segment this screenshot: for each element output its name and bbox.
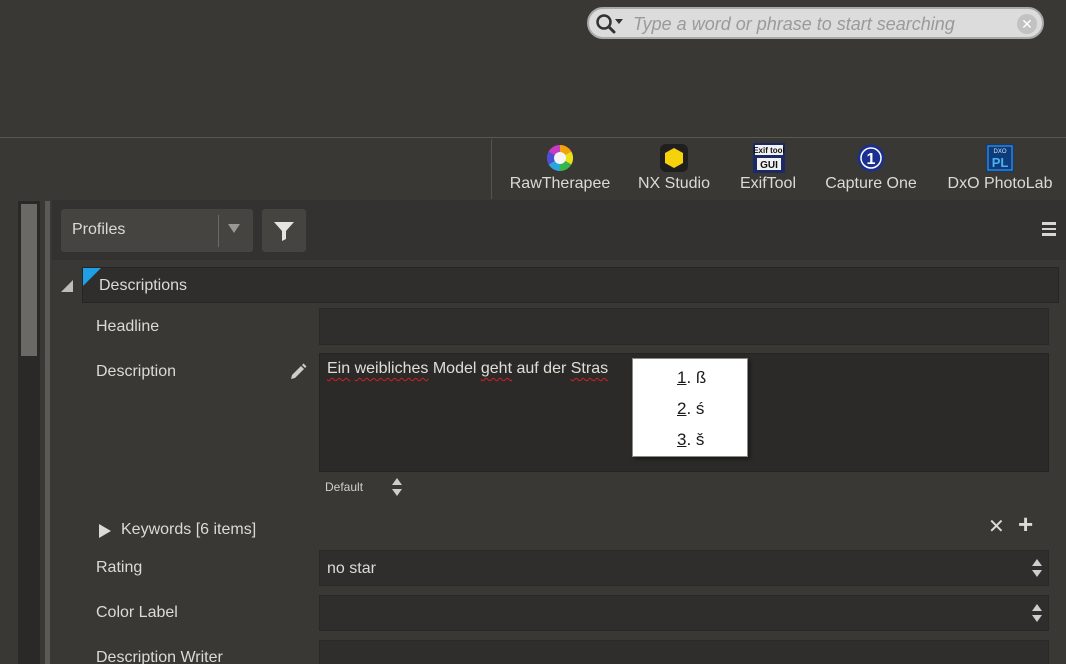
language-selector-value[interactable]: Default	[325, 480, 363, 494]
color-label-label: Color Label	[96, 604, 178, 621]
description-text: Ein weibliches Model geht auf der Stras	[327, 360, 608, 378]
scrollbar-thumb[interactable]	[21, 204, 37, 356]
color-label-select[interactable]	[319, 595, 1049, 631]
profiles-dropdown[interactable]: Profiles	[61, 209, 253, 252]
exiftool-gui-icon: Exif tool GUI	[753, 143, 785, 173]
tool-label: DxO PhotoLab	[947, 175, 1053, 192]
panel-splitter[interactable]	[45, 201, 50, 664]
section-header-descriptions[interactable]: Descriptions	[82, 267, 1059, 303]
rating-label: Rating	[96, 559, 143, 576]
tool-capture-one[interactable]: 1 Capture One	[819, 143, 923, 197]
description-writer-field[interactable]	[319, 640, 1049, 664]
external-tools-bar: RawTherapee NX Studio Exif tool GUI Exif…	[491, 139, 1066, 199]
nx-studio-icon	[659, 143, 689, 173]
misspelled-word: geht	[480, 360, 513, 377]
capture-one-icon: 1	[856, 143, 886, 173]
keywords-label[interactable]: Keywords [6 items]	[121, 521, 256, 539]
word: der	[543, 360, 567, 377]
tool-exiftool[interactable]: Exif tool GUI ExifTool	[730, 143, 806, 197]
search-box[interactable]: ✕	[587, 7, 1044, 39]
word: auf	[516, 360, 539, 377]
word: Model	[432, 360, 477, 377]
clear-search-icon[interactable]: ✕	[1017, 14, 1037, 34]
dropdown-divider	[218, 215, 219, 247]
top-bar: ✕	[0, 0, 1066, 138]
svg-text:PL: PL	[992, 155, 1009, 170]
updown-arrows-icon[interactable]	[1031, 603, 1043, 623]
rating-select[interactable]: no star	[319, 550, 1049, 586]
svg-text:Exif tool: Exif tool	[753, 146, 785, 155]
add-keyword-icon[interactable]: +	[1018, 509, 1033, 540]
svg-text:1: 1	[867, 151, 876, 168]
tool-label: Capture One	[825, 175, 917, 192]
suggestion-item[interactable]: 2. ś	[677, 399, 704, 419]
svg-text:GUI: GUI	[760, 160, 778, 171]
menu-icon[interactable]	[1042, 222, 1056, 238]
collapse-section-icon[interactable]	[61, 280, 73, 292]
misspelled-word: Stras	[570, 360, 609, 377]
metadata-panel: Profiles Descriptions Headline Descripti…	[52, 200, 1066, 664]
search-input[interactable]	[633, 12, 1013, 36]
spelling-suggestions-menu: 1. ß 2. ś 3. š	[632, 358, 748, 457]
rawtherapee-icon	[545, 143, 575, 173]
tool-label: NX Studio	[637, 175, 711, 192]
headline-label: Headline	[96, 318, 160, 335]
headline-field[interactable]	[319, 308, 1049, 345]
search-icon[interactable]	[595, 13, 625, 35]
clear-keywords-icon[interactable]: ✕	[988, 514, 1005, 539]
rating-value: no star	[327, 560, 376, 577]
tool-label: RawTherapee	[509, 175, 611, 192]
suggestion-item[interactable]: 3. š	[677, 430, 704, 450]
tool-label: ExifTool	[739, 175, 797, 192]
tool-nx-studio[interactable]: NX Studio	[627, 143, 721, 197]
misspelled-word: Ein	[327, 360, 351, 377]
misspelled-word: weibliches	[354, 360, 429, 377]
panel-toolbar: Profiles	[52, 200, 1066, 260]
updown-arrows-icon[interactable]	[1031, 558, 1043, 578]
pencil-icon[interactable]	[289, 363, 307, 381]
updown-arrows-icon[interactable]	[391, 477, 403, 497]
section-title: Descriptions	[99, 277, 188, 294]
profiles-value: Profiles	[72, 221, 126, 238]
description-writer-label: Description Writer	[96, 649, 223, 664]
suggestion-item[interactable]: 1. ß	[677, 368, 706, 388]
filter-button[interactable]	[262, 209, 306, 252]
dxo-photolab-icon: DXO PL	[985, 143, 1015, 173]
tool-rawtherapee[interactable]: RawTherapee	[504, 143, 616, 197]
filter-icon	[274, 222, 294, 241]
description-label: Description	[96, 363, 177, 380]
tool-dxo-photolab[interactable]: DXO PL DxO PhotoLab	[942, 143, 1058, 197]
expand-keywords-icon[interactable]	[99, 524, 111, 538]
chevron-down-icon[interactable]	[227, 221, 241, 235]
